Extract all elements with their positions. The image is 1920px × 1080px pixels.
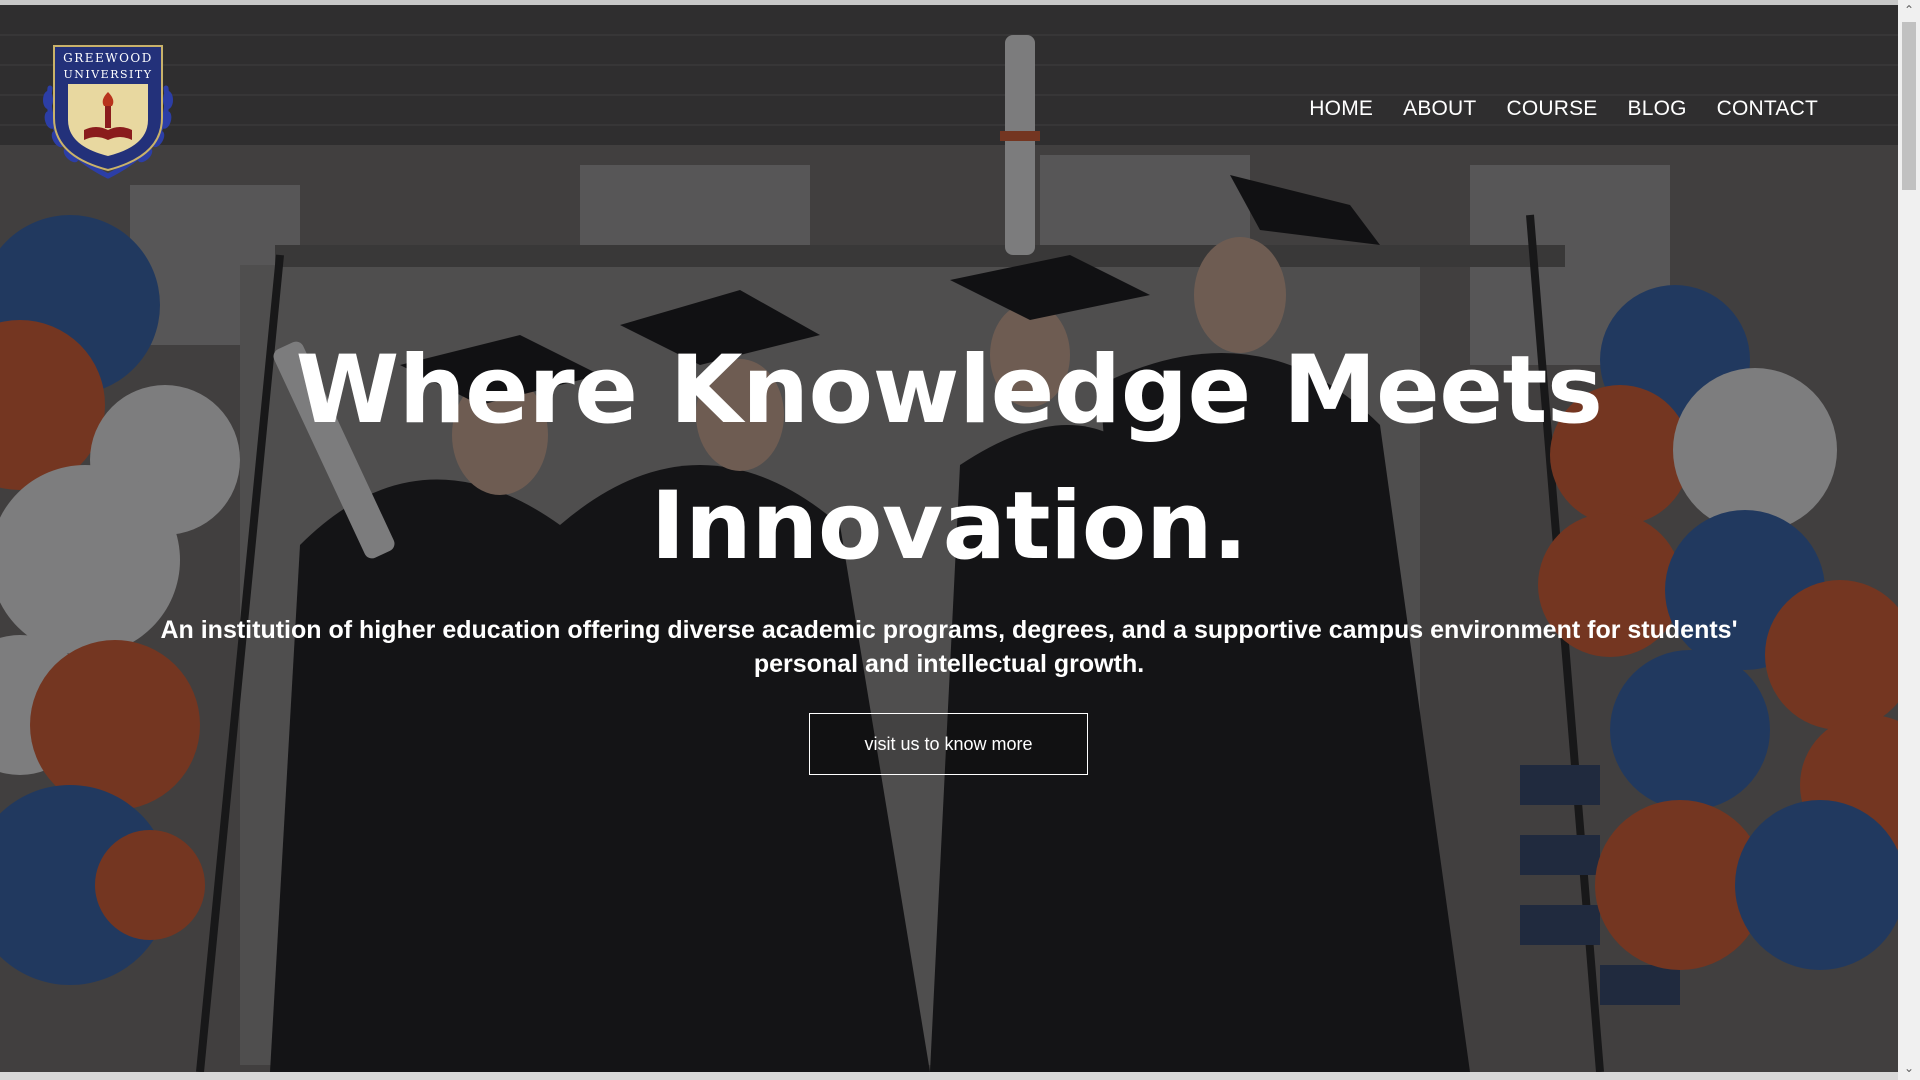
browser-viewport: GREEWOOD UNIVERSITY HOME ABOUT COURSE BL… bbox=[0, 0, 1920, 1080]
nav-item-course[interactable]: COURSE bbox=[1506, 97, 1597, 121]
main-nav: HOME ABOUT COURSE BLOG CONTACT bbox=[1309, 97, 1818, 121]
nav-item-blog[interactable]: BLOG bbox=[1628, 97, 1687, 121]
hero-description: An institution of higher education offer… bbox=[160, 616, 1738, 678]
hero-headline: Where Knowledge Meets Innovation. bbox=[0, 323, 1898, 595]
nav-item-about[interactable]: ABOUT bbox=[1403, 97, 1476, 121]
university-logo[interactable]: GREEWOOD UNIVERSITY bbox=[38, 38, 178, 186]
hero-headline-line2: Innovation. bbox=[650, 472, 1248, 581]
hero-section: GREEWOOD UNIVERSITY HOME ABOUT COURSE BL… bbox=[0, 5, 1898, 1072]
window-bottom-edge bbox=[0, 1072, 1898, 1080]
crest-icon: GREEWOOD UNIVERSITY bbox=[43, 45, 173, 179]
hero-headline-line1: Where Knowledge Meets bbox=[295, 336, 1603, 445]
vertical-scrollbar[interactable]: ⌃ ⌄ bbox=[1898, 0, 1920, 1080]
visit-us-button[interactable]: visit us to know more bbox=[809, 713, 1088, 775]
svg-text:GREEWOOD: GREEWOOD bbox=[63, 51, 153, 65]
svg-text:UNIVERSITY: UNIVERSITY bbox=[64, 68, 153, 81]
nav-item-contact[interactable]: CONTACT bbox=[1717, 97, 1818, 121]
scroll-up-icon[interactable]: ⌃ bbox=[1898, 0, 1920, 20]
scroll-down-icon[interactable]: ⌄ bbox=[1898, 1058, 1920, 1078]
nav-item-home[interactable]: HOME bbox=[1309, 97, 1373, 121]
scrollbar-thumb[interactable] bbox=[1902, 22, 1916, 190]
